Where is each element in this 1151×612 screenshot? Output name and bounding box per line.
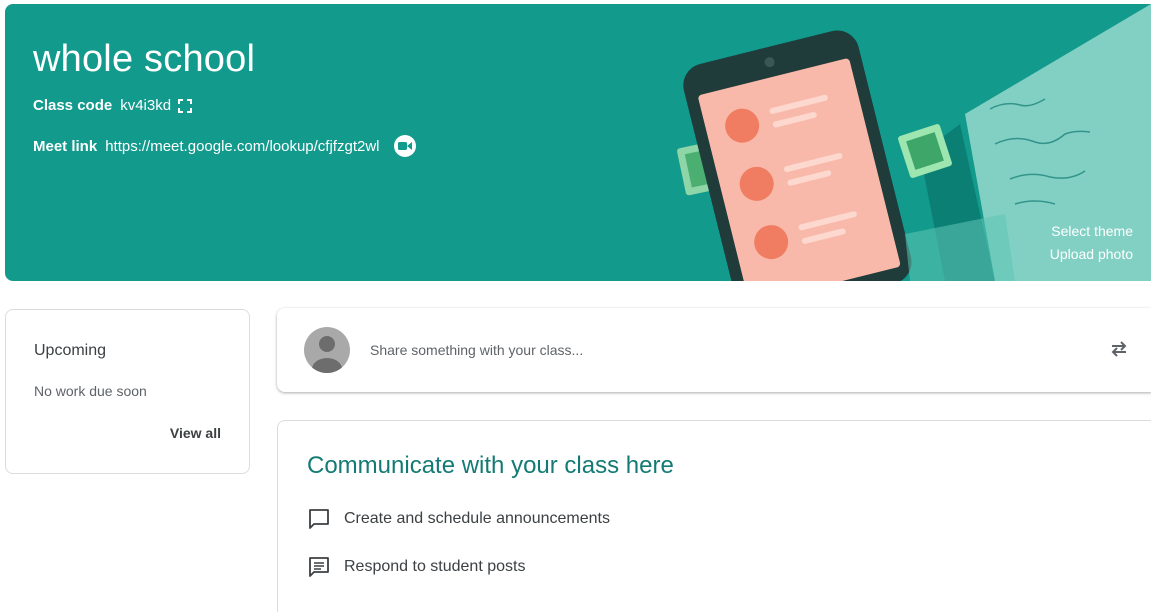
communicate-card: Communicate with your class here Create … bbox=[277, 420, 1151, 612]
select-theme-link[interactable]: Select theme bbox=[1050, 220, 1133, 243]
class-code-row: Class code kv4i3kd bbox=[33, 97, 193, 114]
announcement-icon bbox=[309, 509, 329, 529]
repost-icon[interactable] bbox=[1107, 337, 1131, 361]
list-item-label: Create and schedule announcements bbox=[344, 510, 610, 527]
list-item: Create and schedule announcements bbox=[307, 507, 610, 531]
upcoming-empty-text: No work due soon bbox=[34, 383, 147, 399]
fullscreen-icon[interactable] bbox=[177, 98, 193, 114]
list-item: Respond to student posts bbox=[307, 555, 525, 579]
list-item-label: Respond to student posts bbox=[344, 558, 526, 575]
share-placeholder[interactable]: Share something with your class... bbox=[370, 342, 583, 358]
video-camera-icon[interactable] bbox=[393, 135, 416, 157]
posts-icon bbox=[309, 557, 329, 577]
upcoming-title: Upcoming bbox=[34, 342, 107, 359]
class-code-label: Class code bbox=[33, 97, 113, 114]
avatar bbox=[304, 327, 350, 373]
class-title: whole school bbox=[33, 38, 256, 80]
share-box[interactable]: Share something with your class... bbox=[277, 308, 1151, 392]
meet-link-url[interactable]: https://meet.google.com/lookup/cfjfzgt2w… bbox=[105, 138, 379, 155]
meet-link-label: Meet link bbox=[33, 137, 98, 155]
class-banner: whole school Class code kv4i3kd Meet lin… bbox=[5, 4, 1151, 281]
communicate-heading: Communicate with your class here bbox=[307, 452, 674, 479]
banner-actions: Select theme Upload photo bbox=[1050, 220, 1133, 266]
meet-link-row: Meet link https://meet.google.com/lookup… bbox=[33, 135, 416, 157]
upcoming-card: Upcoming No work due soon View all bbox=[5, 309, 250, 474]
view-all-link[interactable]: View all bbox=[170, 425, 221, 441]
upload-photo-link[interactable]: Upload photo bbox=[1050, 243, 1133, 266]
class-code-value: kv4i3kd bbox=[120, 97, 172, 114]
